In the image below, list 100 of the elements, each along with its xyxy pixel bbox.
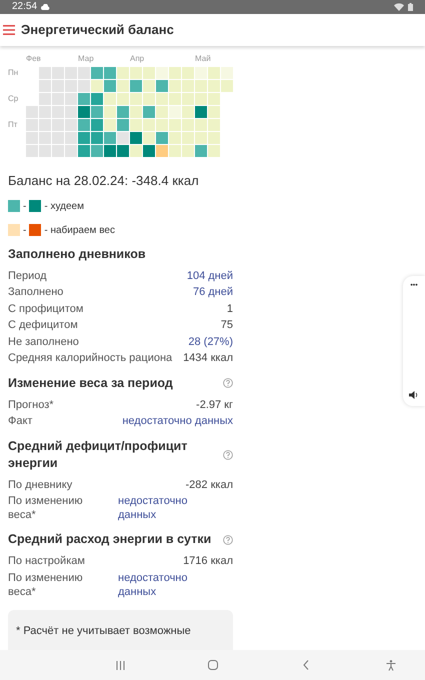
heatmap-cell[interactable]: [195, 80, 207, 92]
speaker-icon[interactable]: [409, 390, 419, 400]
heatmap-cell[interactable]: [182, 106, 194, 118]
heatmap-cell[interactable]: [104, 119, 116, 131]
heatmap-cell[interactable]: [195, 132, 207, 144]
heatmap-cell[interactable]: [52, 119, 64, 131]
heatmap-cell[interactable]: [65, 132, 77, 144]
heatmap-cell[interactable]: [208, 106, 220, 118]
heatmap-cell[interactable]: [91, 119, 103, 131]
heatmap-cell[interactable]: [91, 67, 103, 79]
heatmap-cell[interactable]: [130, 106, 142, 118]
heatmap-cell[interactable]: [195, 106, 207, 118]
stat-value[interactable]: 28 (27%): [188, 334, 233, 350]
heatmap-cell[interactable]: [65, 80, 77, 92]
heatmap-cell[interactable]: [156, 119, 168, 131]
heatmap-cell[interactable]: [208, 132, 220, 144]
heatmap-cell[interactable]: [221, 80, 233, 92]
heatmap-cell[interactable]: [182, 145, 194, 157]
heatmap-cell[interactable]: [208, 145, 220, 157]
menu-icon[interactable]: [3, 25, 15, 35]
heatmap-cell[interactable]: [182, 80, 194, 92]
heatmap-cell[interactable]: [143, 145, 155, 157]
heatmap-cell[interactable]: [169, 106, 181, 118]
heatmap-cell[interactable]: [91, 80, 103, 92]
help-icon[interactable]: [223, 450, 233, 460]
heatmap-cell[interactable]: [39, 132, 51, 144]
heatmap-cell[interactable]: [169, 132, 181, 144]
heatmap-cell[interactable]: [169, 80, 181, 92]
heatmap-cell[interactable]: [26, 145, 38, 157]
heatmap-cell[interactable]: [208, 93, 220, 105]
heatmap-cell[interactable]: [182, 119, 194, 131]
heatmap-cell[interactable]: [78, 80, 90, 92]
heatmap-cell[interactable]: [143, 80, 155, 92]
heatmap-cell[interactable]: [117, 145, 129, 157]
help-icon[interactable]: [223, 378, 233, 388]
stat-value[interactable]: 76 дней: [192, 284, 233, 300]
heatmap-cell[interactable]: [156, 80, 168, 92]
heatmap-cell[interactable]: [195, 119, 207, 131]
heatmap-cell[interactable]: [117, 132, 129, 144]
heatmap-cell[interactable]: [117, 80, 129, 92]
heatmap-cell[interactable]: [65, 93, 77, 105]
heatmap-cell[interactable]: [117, 106, 129, 118]
heatmap-cell[interactable]: [117, 67, 129, 79]
heatmap-cell[interactable]: [104, 67, 116, 79]
heatmap-cell[interactable]: [208, 119, 220, 131]
heatmap-cell[interactable]: [208, 80, 220, 92]
heatmap-cell[interactable]: [130, 132, 142, 144]
heatmap-cell[interactable]: [195, 145, 207, 157]
recent-apps-icon[interactable]: [116, 660, 125, 670]
heatmap-cell[interactable]: [39, 67, 51, 79]
heatmap-cell[interactable]: [39, 145, 51, 157]
heatmap-cell[interactable]: [156, 106, 168, 118]
accessibility-icon[interactable]: [386, 660, 396, 670]
heatmap-cell[interactable]: [182, 93, 194, 105]
stat-value[interactable]: недостаточно данных: [118, 570, 208, 598]
stat-value[interactable]: недостаточно данных: [118, 494, 208, 522]
stat-value[interactable]: недостаточно данных: [122, 413, 233, 430]
heatmap-cell[interactable]: [52, 106, 64, 118]
heatmap-cell[interactable]: [143, 93, 155, 105]
heatmap-cell[interactable]: [26, 132, 38, 144]
heatmap-cell[interactable]: [52, 93, 64, 105]
heatmap-cell[interactable]: [169, 119, 181, 131]
heatmap-cell[interactable]: [52, 80, 64, 92]
heatmap-cell[interactable]: [91, 132, 103, 144]
heatmap-cell[interactable]: [65, 119, 77, 131]
heatmap-cell[interactable]: [130, 145, 142, 157]
heatmap-cell[interactable]: [169, 93, 181, 105]
heatmap-cell[interactable]: [182, 132, 194, 144]
heatmap-cell[interactable]: [65, 67, 77, 79]
heatmap-cell[interactable]: [156, 132, 168, 144]
heatmap-cell[interactable]: [117, 93, 129, 105]
heatmap-cell[interactable]: [39, 80, 51, 92]
heatmap-cell[interactable]: [78, 132, 90, 144]
heatmap-cell[interactable]: [104, 145, 116, 157]
heatmap-cell[interactable]: [143, 119, 155, 131]
heatmap-cell[interactable]: [104, 93, 116, 105]
heatmap-cell[interactable]: [78, 106, 90, 118]
heatmap-cell[interactable]: [39, 93, 51, 105]
heatmap-cell[interactable]: [39, 106, 51, 118]
heatmap-cell[interactable]: [156, 93, 168, 105]
heatmap-cell[interactable]: [91, 93, 103, 105]
heatmap-cell[interactable]: [130, 93, 142, 105]
heatmap-cell[interactable]: [117, 119, 129, 131]
heatmap-cell[interactable]: [65, 106, 77, 118]
heatmap-cell[interactable]: [52, 67, 64, 79]
heatmap-cell[interactable]: [143, 132, 155, 144]
heatmap-cell[interactable]: [130, 80, 142, 92]
heatmap-cell[interactable]: [130, 67, 142, 79]
heatmap-cell[interactable]: [143, 67, 155, 79]
heatmap-cell[interactable]: [182, 67, 194, 79]
heatmap-cell[interactable]: [91, 145, 103, 157]
help-icon[interactable]: [223, 534, 233, 544]
heatmap-cell[interactable]: [130, 119, 142, 131]
heatmap-cell[interactable]: [91, 106, 103, 118]
heatmap-cell[interactable]: [195, 67, 207, 79]
heatmap-cell[interactable]: [169, 67, 181, 79]
heatmap-cell[interactable]: [156, 145, 168, 157]
heatmap-cell[interactable]: [26, 106, 38, 118]
heatmap-cell[interactable]: [78, 145, 90, 157]
heatmap-cell[interactable]: [78, 119, 90, 131]
